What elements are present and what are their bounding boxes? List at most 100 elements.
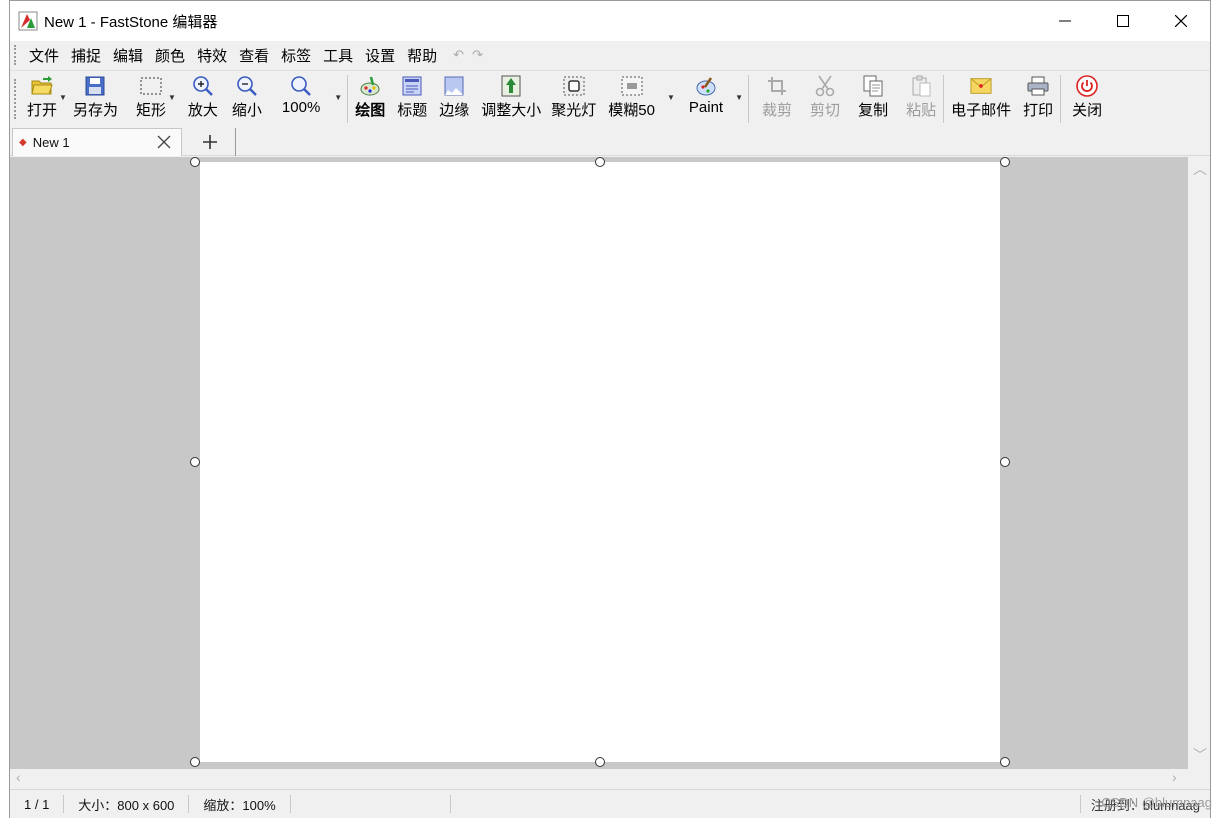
zoom-in-icon <box>192 75 214 97</box>
menu-file[interactable]: 文件 <box>23 45 65 66</box>
zoom-out-icon <box>236 75 258 97</box>
image-canvas[interactable] <box>200 162 1000 762</box>
menu-effects[interactable]: 特效 <box>191 45 233 66</box>
resize-handle-top-left[interactable] <box>190 157 200 167</box>
undo-icon[interactable]: ↶ <box>453 47 464 63</box>
zoom-level-button[interactable]: 100% <box>278 71 324 127</box>
resize-button[interactable]: 调整大小 <box>477 71 545 127</box>
scissors-icon <box>814 75 836 97</box>
horizontal-scrollbar[interactable]: ‹ › <box>10 769 1188 789</box>
resize-handle-bottom-left[interactable] <box>190 757 200 767</box>
copy-button[interactable]: 复制 <box>854 71 892 127</box>
main-toolbar: 打开 ▼ 另存为 矩形 ▼ 放大 缩小 100% ▼ 绘图 标题 边缘 调整大小… <box>10 70 1210 126</box>
menu-help[interactable]: 帮助 <box>401 45 443 66</box>
tab-close-icon[interactable] <box>155 133 173 151</box>
floppy-disk-icon <box>84 75 106 97</box>
resize-handle-right[interactable] <box>1000 457 1010 467</box>
minimize-icon <box>1059 20 1071 22</box>
scroll-down-icon[interactable]: ﹀ <box>1193 745 1207 765</box>
email-button[interactable]: 电子邮件 <box>947 71 1015 127</box>
rectangle-label: 矩形 <box>135 102 166 119</box>
zoom-dropdown-icon[interactable]: ▼ <box>334 93 342 102</box>
app-window: New 1 - FastStone 编辑器 文件 捕捉 编辑 颜色 特效 查看 … <box>9 0 1211 818</box>
zoom-out-button[interactable]: 缩小 <box>228 71 266 127</box>
open-folder-icon <box>31 75 53 97</box>
caption-button[interactable]: 标题 <box>393 71 431 127</box>
document-tab-bar: ◆ New 1 <box>10 126 1210 156</box>
image-size: 大小：800 x 600 <box>64 795 190 813</box>
resize-handle-top-right[interactable] <box>1000 157 1010 167</box>
draw-palette-icon <box>359 75 381 97</box>
paste-button[interactable]: 粘贴 <box>902 71 940 127</box>
menu-capture[interactable]: 捕捉 <box>65 45 107 66</box>
tab-new-1[interactable]: ◆ New 1 <box>12 128 182 156</box>
cut-label: 剪切 <box>810 102 841 119</box>
resize-icon <box>500 75 522 97</box>
scroll-up-icon[interactable]: ︿ <box>1193 159 1207 179</box>
paint-button[interactable]: Paint <box>685 71 727 127</box>
redo-icon[interactable]: ↷ <box>472 47 483 63</box>
resize-handle-bottom-right[interactable] <box>1000 757 1010 767</box>
blur-button[interactable]: 模糊50 <box>604 71 659 127</box>
scrollbar-corner <box>1188 769 1210 789</box>
minimize-button[interactable] <box>1036 1 1094 41</box>
crop-button[interactable]: 裁剪 <box>758 71 796 127</box>
paint-label: Paint <box>688 99 724 116</box>
menu-view[interactable]: 查看 <box>233 45 275 66</box>
print-button[interactable]: 打印 <box>1019 71 1057 127</box>
scroll-left-icon[interactable]: ‹ <box>16 769 21 785</box>
draw-label: 绘图 <box>355 102 386 119</box>
edge-label: 边缘 <box>439 102 470 119</box>
zoom-in-button[interactable]: 放大 <box>184 71 222 127</box>
maximize-icon <box>1117 15 1129 27</box>
blur-icon <box>621 75 643 97</box>
close-label: 关闭 <box>1072 102 1103 119</box>
draw-button[interactable]: 绘图 <box>351 71 389 127</box>
cut-button[interactable]: 剪切 <box>806 71 844 127</box>
spotlight-button[interactable]: 聚光灯 <box>547 71 600 127</box>
menu-edit[interactable]: 编辑 <box>107 45 149 66</box>
menu-settings[interactable]: 设置 <box>359 45 401 66</box>
maximize-button[interactable] <box>1094 1 1152 41</box>
open-button[interactable]: 打开 <box>23 71 61 127</box>
zoom-level-label: 100% <box>281 99 321 116</box>
spotlight-label: 聚光灯 <box>551 102 597 119</box>
menubar-grip[interactable] <box>14 45 17 65</box>
menu-color[interactable]: 颜色 <box>149 45 191 66</box>
printer-icon <box>1027 75 1049 97</box>
caption-label: 标题 <box>397 102 428 119</box>
power-icon <box>1076 75 1098 97</box>
toolbar-separator <box>347 75 349 123</box>
close-window-button[interactable] <box>1152 1 1210 41</box>
resize-handle-left[interactable] <box>190 457 200 467</box>
caption-icon <box>401 75 423 97</box>
toolbar-separator <box>943 75 945 123</box>
resize-label: 调整大小 <box>481 102 542 119</box>
blur-dropdown-icon[interactable]: ▼ <box>667 93 675 102</box>
email-label: 电子邮件 <box>951 102 1012 119</box>
menu-tabs[interactable]: 标签 <box>275 45 317 66</box>
vertical-scrollbar[interactable]: ︿ ﹀ <box>1188 157 1210 769</box>
scroll-right-icon[interactable]: › <box>1172 769 1177 785</box>
tab-diamond-icon: ◆ <box>19 137 27 148</box>
menu-bar: 文件 捕捉 编辑 颜色 特效 查看 标签 工具 设置 帮助 ↶ ↷ <box>10 41 1210 69</box>
edge-effect-icon <box>443 75 465 97</box>
editor-workspace <box>10 157 1188 769</box>
save-as-label: 另存为 <box>72 102 118 119</box>
menu-tools[interactable]: 工具 <box>317 45 359 66</box>
rectangle-select-button[interactable]: 矩形 <box>132 71 170 127</box>
resize-handle-bottom[interactable] <box>595 757 605 767</box>
edge-button[interactable]: 边缘 <box>435 71 473 127</box>
paint-dropdown-icon[interactable]: ▼ <box>735 93 743 102</box>
resize-handle-top[interactable] <box>595 157 605 167</box>
window-title: New 1 - FastStone 编辑器 <box>44 13 218 31</box>
add-tab-button[interactable] <box>184 128 236 156</box>
paste-clipboard-icon <box>910 75 932 97</box>
faststone-logo-icon <box>18 11 38 31</box>
page-indicator: 1 / 1 <box>10 795 65 813</box>
close-button[interactable]: 关闭 <box>1068 71 1106 127</box>
save-as-button[interactable]: 另存为 <box>69 71 122 127</box>
zoom-in-label: 放大 <box>187 102 218 119</box>
toolbar-grip[interactable] <box>14 79 17 119</box>
paste-label: 粘贴 <box>906 102 937 119</box>
